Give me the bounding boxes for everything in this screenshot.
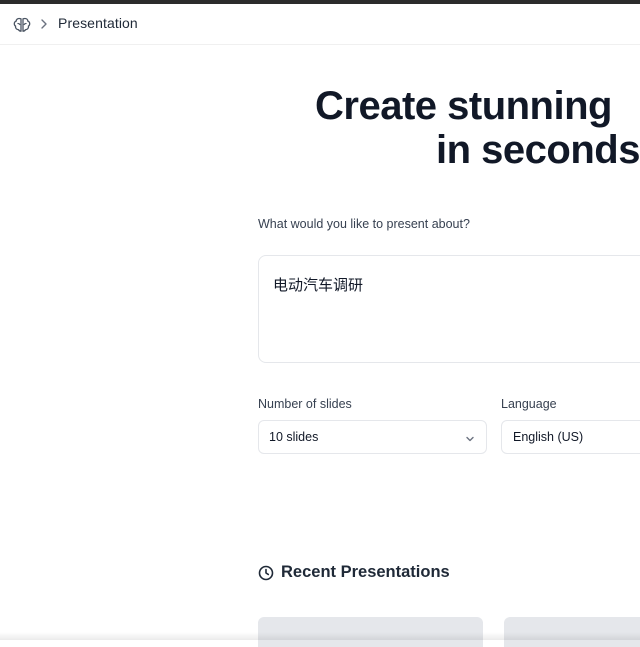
brain-icon[interactable] <box>12 14 32 34</box>
chevron-right-icon <box>38 17 50 31</box>
prompt-textarea[interactable]: 电动汽车调研 <box>258 255 640 363</box>
hero-line-2: in seconds <box>436 128 640 172</box>
chevron-down-icon <box>464 432 476 444</box>
language-select[interactable]: English (US) <box>501 420 640 454</box>
prompt-value: 电动汽车调研 <box>273 277 364 294</box>
page-title[interactable]: Presentation <box>58 15 138 31</box>
language-label: Language <box>501 397 557 411</box>
prompt-label: What would you like to present about? <box>258 217 470 231</box>
breadcrumb: Presentation <box>0 4 640 45</box>
language-value: English (US) <box>513 430 584 444</box>
hero-line-1: Create stunning <box>315 84 612 128</box>
recent-presentations-title: Recent Presentations <box>281 563 450 581</box>
clock-icon <box>258 565 274 581</box>
bottom-shadow <box>0 632 640 640</box>
slides-label: Number of slides <box>258 397 352 411</box>
slides-select[interactable]: 10 slides <box>258 420 487 454</box>
slides-value: 10 slides <box>269 430 319 444</box>
